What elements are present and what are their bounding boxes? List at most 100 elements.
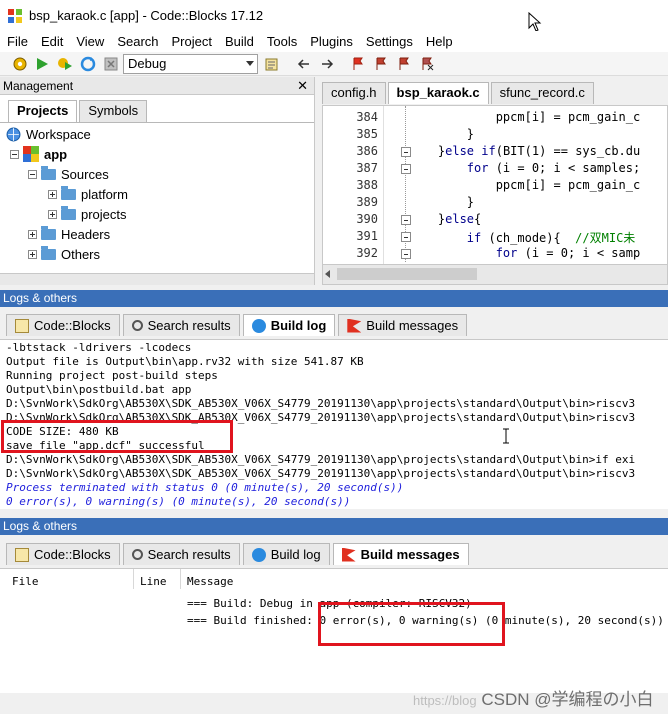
watermark-url: https://blog — [413, 693, 477, 708]
folder-icon — [41, 165, 56, 180]
code-editor[interactable]: 384 ppcm[i] = pcm_gain_c 385 } 386 }else i… — [322, 105, 668, 285]
collapse-icon[interactable] — [28, 169, 37, 179]
tab-build-log[interactable]: Build log — [242, 543, 330, 565]
management-tabs: Projects Symbols — [8, 100, 149, 122]
tree-platform[interactable]: platform — [48, 185, 128, 203]
folder-icon — [41, 245, 56, 260]
tab-label: Search results — [147, 317, 231, 333]
horizontal-scrollbar[interactable] — [0, 273, 314, 285]
column-line[interactable]: Line — [140, 575, 167, 588]
jump-back-icon[interactable] — [296, 56, 312, 72]
expand-icon[interactable] — [28, 229, 37, 239]
rebuild-icon[interactable] — [80, 56, 96, 72]
log-line[interactable]: Running project post-build steps — [6, 369, 218, 383]
menu-edit[interactable]: Edit — [41, 34, 63, 49]
line-number: 385 — [356, 127, 378, 141]
tab-symbols[interactable]: Symbols — [79, 100, 148, 122]
tab-label: Build log — [270, 317, 327, 333]
code-line[interactable]: if (ch_mode){ //双MIC未 — [409, 229, 636, 246]
column-message[interactable]: Message — [187, 575, 233, 588]
logs-panel-title-bottom: Logs & others — [0, 518, 668, 535]
build-gear-icon[interactable] — [12, 56, 28, 72]
menu-project[interactable]: Project — [172, 34, 212, 49]
menu-view[interactable]: View — [76, 34, 104, 49]
horizontal-scrollbar[interactable] — [323, 264, 667, 284]
document-icon — [15, 547, 29, 562]
tab-label: Build log — [270, 546, 321, 562]
tree-sources[interactable]: Sources — [28, 165, 109, 183]
tab-search-results[interactable]: Search results — [122, 314, 240, 336]
tree-projects[interactable]: projects — [48, 205, 127, 223]
chevron-down-icon — [246, 61, 254, 66]
build-target-select[interactable]: Debug — [123, 54, 258, 74]
tab-build-messages[interactable]: Build messages — [332, 543, 469, 565]
line-number: 387 — [356, 161, 378, 175]
log-line[interactable]: D:\SvnWork\SdkOrg\AB530X\SDK_AB530X_V06X… — [6, 467, 635, 481]
logs-tabs-bottom: Code::Blocks Search results Build log Bu… — [0, 537, 668, 565]
tab-codeblocks-log[interactable]: Code::Blocks — [6, 543, 120, 565]
code-line[interactable]: } — [409, 195, 474, 209]
line-number: 391 — [356, 229, 378, 243]
tab-sfunc-record-c[interactable]: sfunc_record.c — [490, 82, 594, 104]
close-icon[interactable]: ✕ — [297, 77, 308, 95]
tab-projects[interactable]: Projects — [8, 100, 78, 122]
column-file[interactable]: File — [12, 575, 39, 588]
code-line[interactable]: }else{ — [409, 212, 481, 226]
watermark: https://blog CSDN @学编程の小白 — [413, 685, 654, 710]
menu-file[interactable]: File — [7, 34, 28, 49]
tab-label: Code::Blocks — [34, 317, 111, 333]
code-line[interactable]: }else if(BIT(1) == sys_cb.du — [409, 144, 640, 158]
codeblocks-logo-icon — [8, 8, 22, 23]
tab-codeblocks-log[interactable]: Code::Blocks — [6, 314, 120, 336]
expand-icon[interactable] — [28, 249, 37, 259]
jump-forward-icon[interactable] — [319, 56, 335, 72]
collapse-icon[interactable] — [10, 149, 19, 159]
menu-build[interactable]: Build — [225, 34, 254, 49]
tree-headers[interactable]: Headers — [28, 225, 110, 243]
log-line[interactable]: D:\SvnWork\SdkOrg\AB530X\SDK_AB530X_V06X… — [6, 397, 635, 411]
log-line[interactable]: Process terminated with status 0 (0 minu… — [6, 481, 403, 495]
run-icon[interactable] — [34, 56, 50, 72]
bookmark-next-icon[interactable] — [396, 56, 412, 72]
code-line[interactable]: } — [409, 127, 474, 141]
tab-search-results[interactable]: Search results — [122, 543, 240, 565]
expand-icon[interactable] — [48, 189, 57, 199]
text-cursor-icon — [503, 428, 509, 444]
tab-build-log[interactable]: Build log — [242, 314, 336, 336]
code-line[interactable]: for (i = 0; i < samples; — [409, 161, 640, 175]
bookmark-toggle-icon[interactable] — [350, 56, 366, 72]
menu-tools[interactable]: Tools — [267, 34, 297, 49]
folder-icon — [41, 225, 56, 240]
log-line[interactable]: D:\SvnWork\SdkOrg\AB530X\SDK_AB530X_V06X… — [6, 453, 635, 467]
tree-workspace[interactable]: Workspace — [6, 125, 91, 143]
tree-others-label: Others — [61, 246, 101, 262]
bookmark-prev-icon[interactable] — [373, 56, 389, 72]
menu-search[interactable]: Search — [117, 34, 158, 49]
tree-project-app[interactable]: app — [10, 145, 67, 163]
code-line[interactable]: ppcm[i] = pcm_gain_c — [409, 110, 641, 124]
window-title: bsp_karaok.c [app] - Code::Blocks 17.12 — [29, 8, 264, 23]
expand-icon[interactable] — [48, 209, 57, 219]
tab-build-messages[interactable]: Build messages — [338, 314, 468, 336]
menu-settings[interactable]: Settings — [366, 34, 413, 49]
build-target-value: Debug — [128, 56, 167, 71]
menu-plugins[interactable]: Plugins — [310, 34, 353, 49]
build-and-run-icon[interactable] — [57, 56, 73, 72]
search-icon — [131, 320, 143, 331]
bookmark-clear-icon[interactable] — [419, 56, 435, 72]
line-number: 389 — [356, 195, 378, 209]
flag-icon — [347, 318, 362, 333]
abort-icon[interactable] — [103, 56, 119, 72]
title-bar: bsp_karaok.c [app] - Code::Blocks 17.12 — [0, 0, 668, 31]
code-line[interactable]: ppcm[i] = pcm_gain_c — [409, 178, 641, 192]
tab-config-h[interactable]: config.h — [322, 82, 386, 104]
log-line[interactable]: 0 error(s), 0 warning(s) (0 minute(s), 2… — [6, 495, 350, 509]
log-line[interactable]: Output\bin\postbuild.bat app — [6, 383, 191, 397]
code-line[interactable]: for (i = 0; i < samp — [409, 246, 641, 260]
tree-others[interactable]: Others — [28, 245, 100, 263]
tab-bsp-karaok-c[interactable]: bsp_karaok.c — [387, 82, 489, 104]
log-line[interactable]: -lbtstack -ldrivers -lcodecs — [6, 341, 191, 355]
menu-help[interactable]: Help — [426, 34, 453, 49]
log-line[interactable]: Output file is Output\bin\app.rv32 with … — [6, 355, 364, 369]
project-options-icon[interactable] — [264, 56, 280, 72]
